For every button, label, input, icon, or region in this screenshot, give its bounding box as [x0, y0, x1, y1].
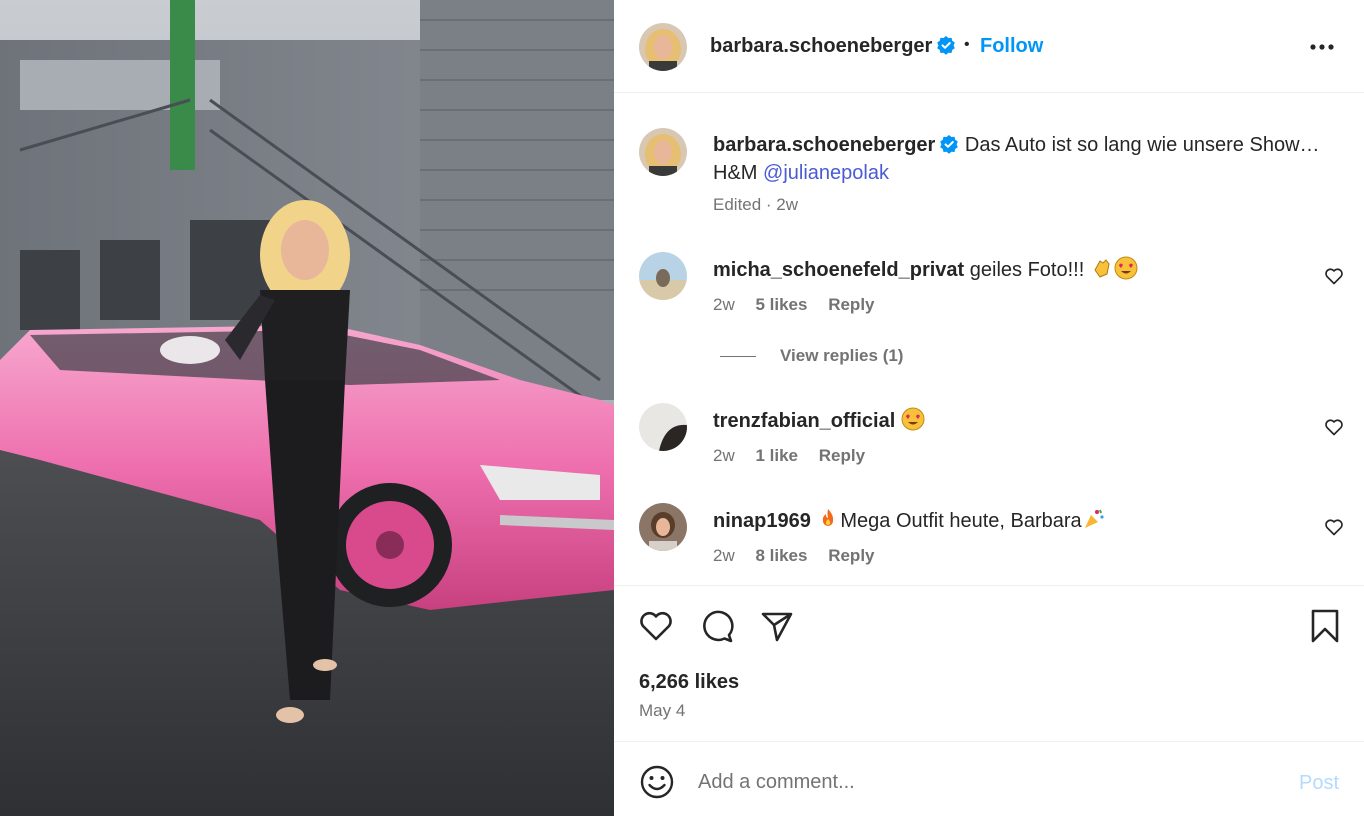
comment-input[interactable]	[698, 764, 1258, 800]
comment-likes[interactable]: 8 likes	[755, 546, 807, 565]
bookmark-icon[interactable]	[1307, 608, 1343, 644]
view-replies-line	[720, 356, 756, 358]
more-options-icon[interactable]	[1308, 35, 1336, 59]
heart-eyes-emoji	[1114, 256, 1138, 280]
verified-badge-icon	[937, 36, 956, 55]
comment-item: ninap1969 Mega Outfit heute, Barbara 2w …	[614, 503, 1364, 583]
comment-age: 2w	[713, 295, 735, 314]
reply-button[interactable]: Reply	[828, 295, 874, 314]
reply-button[interactable]: Reply	[828, 546, 874, 565]
caption-author-avatar[interactable]	[639, 128, 687, 176]
comment-text: micha_schoenefeld_privat geiles Foto!!!	[713, 256, 1138, 282]
caption-author-username[interactable]: barbara.schoeneberger	[713, 134, 935, 156]
comment-age: 2w	[713, 446, 735, 465]
heart-eyes-emoji	[901, 407, 925, 431]
post-header: barbara.schoeneberger • Follow	[614, 0, 1364, 93]
caption-mention-link[interactable]: @julianepolak	[763, 162, 889, 184]
share-icon[interactable]	[759, 608, 795, 644]
comment-body: geiles Foto!!!	[969, 259, 1085, 281]
comment-text: ninap1969 Mega Outfit heute, Barbara	[713, 507, 1106, 533]
commenter-avatar[interactable]	[639, 503, 687, 551]
commenter-username[interactable]: trenzfabian_official	[713, 410, 895, 432]
caption-meta: Edited · 2w	[713, 195, 799, 214]
author-username-text[interactable]: barbara.schoeneberger	[710, 35, 932, 57]
comment-likes[interactable]: 1 like	[755, 446, 798, 465]
comment-body: Mega Outfit heute, Barbara	[840, 510, 1082, 532]
commenter-username[interactable]: ninap1969	[713, 510, 811, 532]
verified-badge-icon	[940, 135, 959, 154]
author-username[interactable]: barbara.schoeneberger	[710, 35, 956, 58]
comment-likes[interactable]: 5 likes	[755, 295, 807, 314]
party-popper-emoji	[1084, 509, 1104, 528]
comment-meta: 2w 8 likes Reply	[713, 546, 891, 566]
post-comment-button[interactable]: Post	[1299, 772, 1339, 795]
add-comment-bar: Post	[614, 741, 1364, 816]
comment-meta: 2w 1 like Reply	[713, 446, 881, 466]
caption-brand: H&M	[713, 162, 758, 184]
emoji-picker-icon[interactable]	[639, 764, 675, 800]
comment-item: trenzfabian_official 2w 1 like Reply	[614, 403, 1364, 483]
comment-meta: 2w 5 likes Reply	[713, 295, 891, 315]
post-date: May 4	[639, 701, 686, 720]
post-photo[interactable]	[0, 0, 614, 816]
comment-item: micha_schoenefeld_privat geiles Foto!!! …	[614, 252, 1364, 332]
caption-body: Das Auto ist so lang wie unsere Show…	[964, 134, 1320, 156]
like-comment-heart-icon[interactable]	[1324, 517, 1344, 537]
author-avatar[interactable]	[639, 23, 687, 71]
reply-button[interactable]: Reply	[819, 446, 865, 465]
comment-icon[interactable]	[699, 608, 735, 644]
commenter-avatar[interactable]	[639, 403, 687, 451]
comment-age: 2w	[713, 546, 735, 565]
clapping-hands-emoji	[1094, 259, 1110, 278]
follow-button[interactable]: Follow	[980, 35, 1043, 58]
view-replies-button[interactable]: View replies (1)	[720, 346, 903, 366]
like-comment-heart-icon[interactable]	[1324, 417, 1344, 437]
heart-icon[interactable]	[638, 608, 674, 644]
separator-dot: •	[964, 36, 970, 53]
view-replies-label[interactable]: View replies (1)	[780, 346, 903, 365]
post-detail-panel: barbara.schoeneberger • Follow barbara.s…	[614, 0, 1364, 816]
post-likes-count[interactable]: 6,266 likes	[639, 671, 739, 694]
like-comment-heart-icon[interactable]	[1324, 266, 1344, 286]
commenter-avatar[interactable]	[639, 252, 687, 300]
commenter-username[interactable]: micha_schoenefeld_privat	[713, 259, 964, 281]
fire-emoji	[823, 509, 834, 526]
comment-text: trenzfabian_official	[713, 407, 925, 433]
caption-text: barbara.schoeneberger Das Auto ist so la…	[713, 131, 1333, 187]
post-actions: 6,266 likes May 4	[614, 585, 1364, 740]
